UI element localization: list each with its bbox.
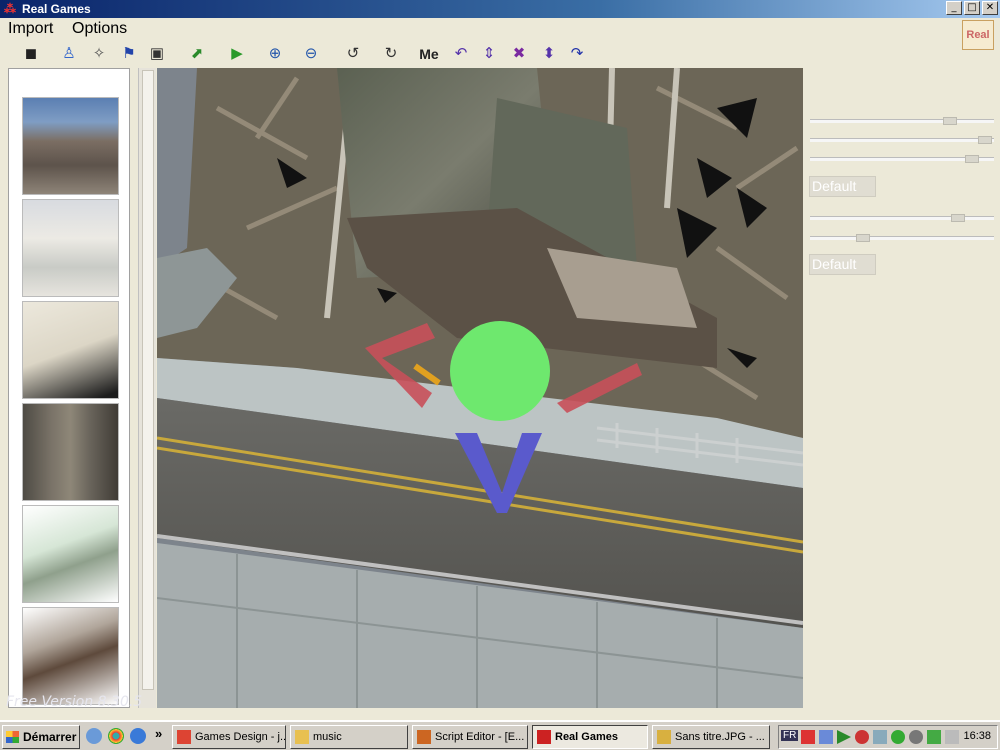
taskbar: Démarrer » FR 16:38 Games Design - j... m…	[0, 720, 1000, 750]
maximize-button[interactable]: □	[964, 1, 980, 15]
tray-play-icon[interactable]	[837, 730, 851, 744]
system-tray: FR 16:38	[778, 725, 998, 749]
default-button-1[interactable]: Default	[809, 176, 876, 197]
start-label: Démarrer	[23, 730, 77, 744]
windows-logo-icon	[6, 731, 19, 743]
scrollbar-track[interactable]	[142, 70, 154, 690]
taskbar-app-icon	[177, 730, 191, 744]
taskbar-app-icon	[295, 730, 309, 744]
quicklaunch-chrome-icon[interactable]	[108, 728, 124, 744]
taskbar-button[interactable]: Games Design - j...	[172, 725, 286, 749]
version-watermark: Free Version 8.30.5	[6, 694, 143, 710]
tray-nvidia-icon[interactable]	[927, 730, 941, 744]
taskbar-button-label: music	[313, 731, 342, 743]
save-icon[interactable]: ▣	[146, 43, 168, 65]
thumbnail-facade-dark[interactable]	[22, 301, 119, 399]
rotate-right-icon[interactable]: ↻	[380, 43, 402, 65]
taskbar-button[interactable]: Sans titre.JPG - ...	[652, 725, 770, 749]
slider-knob[interactable]	[951, 214, 965, 222]
3d-viewport[interactable]	[157, 68, 803, 708]
tray-volume-icon[interactable]	[909, 730, 923, 744]
tray-network-icon[interactable]	[819, 730, 833, 744]
taskbar-button-label: Script Editor - [E...	[435, 731, 525, 743]
start-button[interactable]: Démarrer	[2, 725, 80, 749]
thumbnail-road-texture[interactable]	[22, 403, 119, 501]
thumbnail-aircraft[interactable]	[22, 607, 119, 705]
up-down-icon[interactable]: ⬍	[538, 43, 560, 65]
tray-app-icon[interactable]	[873, 730, 887, 744]
app-logo-icon: ⁂	[4, 2, 16, 16]
cube-icon[interactable]: ◼	[20, 43, 42, 65]
real-games-logo-icon: Real	[962, 20, 994, 50]
zoom-in-icon[interactable]: ⊕	[264, 43, 286, 65]
app-window: ⁂ Real Games _ □ ✕ Import Options Real ◼…	[0, 0, 1000, 720]
taskbar-app-icon	[657, 730, 671, 744]
taskbar-button[interactable]: music	[290, 725, 408, 749]
taskbar-app-icon	[537, 730, 551, 744]
slider-3[interactable]	[810, 155, 994, 163]
thumbnail-ruined-building[interactable]	[22, 97, 119, 195]
window-controls: _ □ ✕	[946, 1, 998, 15]
slider-1[interactable]	[810, 117, 994, 125]
flag-icon[interactable]: ⚑	[118, 43, 140, 65]
slider-5[interactable]	[810, 234, 994, 242]
window-title: Real Games	[22, 2, 91, 16]
title-bar[interactable]: ⁂ Real Games _ □ ✕	[0, 0, 1000, 18]
taskbar-button[interactable]: Real Games	[532, 725, 648, 749]
default-button-2[interactable]: Default	[809, 254, 876, 275]
language-indicator[interactable]: FR	[781, 730, 799, 741]
me-icon[interactable]: Me	[418, 43, 440, 65]
menu-import[interactable]: Import	[8, 20, 53, 38]
3d-scene[interactable]	[157, 68, 803, 708]
properties-panel: Default Default	[806, 68, 1000, 708]
thumbnail-scrollbar[interactable]	[138, 68, 156, 708]
slider-knob[interactable]	[965, 155, 979, 163]
quicklaunch-more-chevron[interactable]: »	[155, 726, 162, 741]
taskbar-app-icon	[417, 730, 431, 744]
export-icon[interactable]: ⬈	[186, 43, 208, 65]
redo-icon[interactable]: ↷	[566, 43, 588, 65]
slider-knob[interactable]	[943, 117, 957, 125]
character-icon[interactable]: ♙	[58, 43, 80, 65]
slider-2[interactable]	[810, 136, 994, 144]
tray-shield-icon[interactable]	[855, 730, 869, 744]
taskbar-button[interactable]: Script Editor - [E...	[412, 725, 528, 749]
gizmo-sphere[interactable]	[450, 321, 550, 421]
menu-options[interactable]: Options	[72, 20, 127, 38]
undo-icon[interactable]: ↶	[450, 43, 472, 65]
toolbar: ◼ ♙ ✧ ⚑ ▣ ⬈ ▶ ⊕ ⊖ ↺ ↻ Me ↶ ⇕ ✖ ⬍ ↷	[0, 40, 960, 66]
minimize-button[interactable]: _	[946, 1, 962, 15]
vertical-arrows-icon[interactable]: ⇕	[478, 43, 500, 65]
quicklaunch-desktop-icon[interactable]	[86, 728, 102, 744]
texture-thumbnail-list[interactable]	[8, 68, 130, 708]
taskbar-button-label: Real Games	[555, 731, 618, 743]
rotate-left-icon[interactable]: ↺	[342, 43, 364, 65]
logo-text: Real	[966, 29, 990, 41]
taskbar-button-label: Games Design - j...	[195, 731, 286, 743]
tray-3d-icon[interactable]	[945, 730, 959, 744]
zoom-out-icon[interactable]: ⊖	[300, 43, 322, 65]
slider-knob[interactable]	[978, 136, 992, 144]
tray-status-icon[interactable]	[891, 730, 905, 744]
stop-icon[interactable]: ✖	[508, 43, 530, 65]
taskbar-button-label: Sans titre.JPG - ...	[675, 731, 765, 743]
menu-bar: Import Options	[0, 18, 1000, 40]
close-button[interactable]: ✕	[982, 1, 998, 15]
tray-antivirus-icon[interactable]	[801, 730, 815, 744]
quicklaunch-ie-icon[interactable]	[130, 728, 146, 744]
thumbnail-white-facade[interactable]	[22, 199, 119, 297]
clock[interactable]: 16:38	[963, 730, 991, 742]
slider-knob[interactable]	[856, 234, 870, 242]
magic-wand-icon[interactable]: ✧	[88, 43, 110, 65]
play-icon[interactable]: ▶	[226, 43, 248, 65]
thumbnail-green-trailer[interactable]	[22, 505, 119, 603]
slider-4[interactable]	[810, 214, 994, 222]
